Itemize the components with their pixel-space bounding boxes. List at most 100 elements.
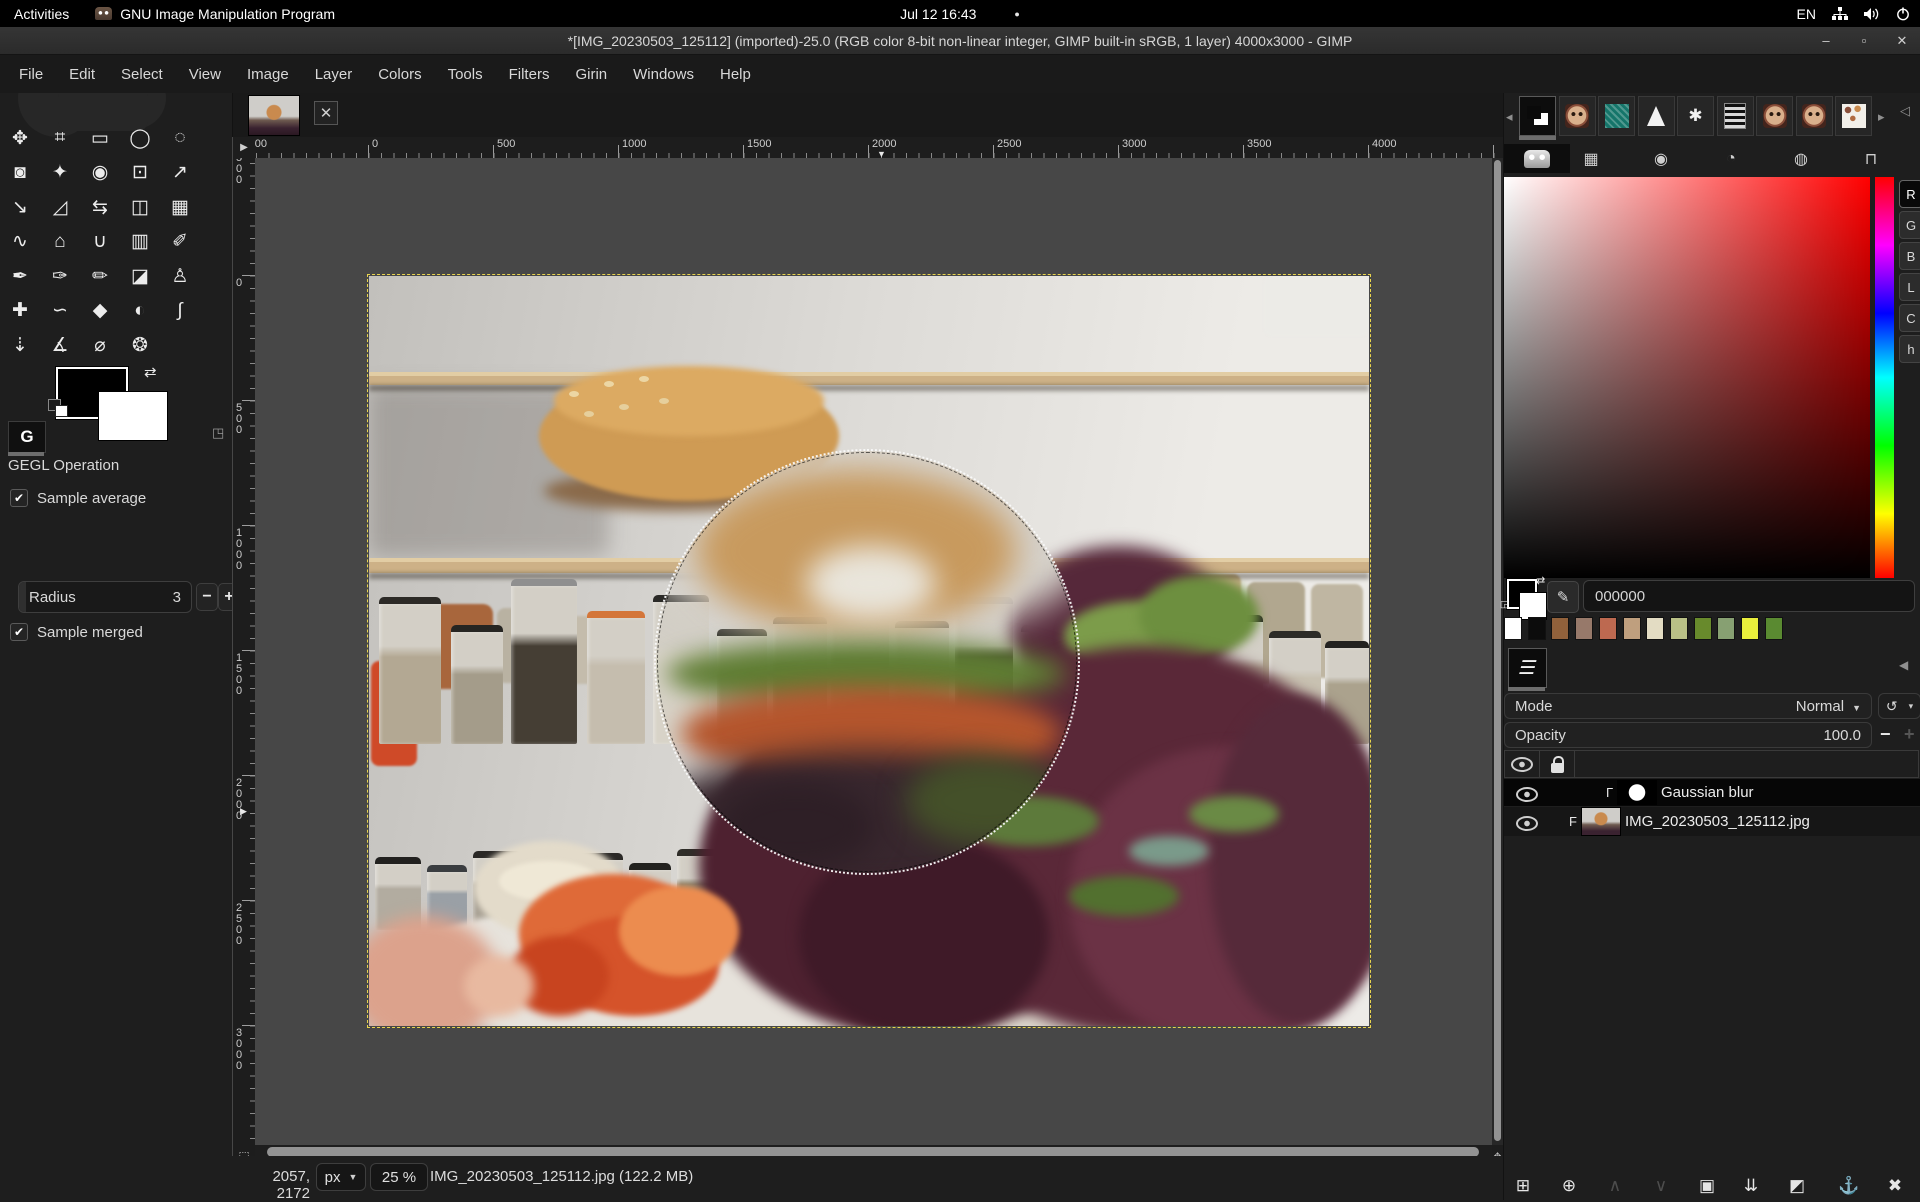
image-tab-thumbnail[interactable]: [248, 95, 300, 136]
palette-swatch[interactable]: [1741, 617, 1759, 640]
hue-strip[interactable]: [1875, 177, 1894, 578]
tool-paths[interactable]: ∫: [160, 294, 200, 329]
tool-perspective[interactable]: ▦: [160, 190, 200, 225]
tab-brush-2[interactable]: [1756, 96, 1793, 136]
palette-swatch[interactable]: [1528, 617, 1546, 640]
activities-button[interactable]: Activities: [14, 6, 69, 22]
layer-row-gaussian-blur[interactable]: ΓGaussian blur: [1504, 779, 1920, 806]
lock-header-cell[interactable]: [1540, 751, 1575, 777]
tool-paint-select[interactable]: ❂: [120, 328, 160, 363]
tool-align[interactable]: ⌗: [40, 121, 80, 156]
tool-select-by-color[interactable]: ◉: [80, 156, 120, 191]
tool-ink[interactable]: ✒: [0, 259, 40, 294]
channel-button-C[interactable]: C: [1899, 304, 1920, 332]
tab-brush-1[interactable]: [1559, 96, 1596, 136]
close-button[interactable]: ✕: [1890, 30, 1914, 52]
menu-item-view[interactable]: View: [176, 62, 234, 87]
tab-brush-3[interactable]: [1796, 96, 1833, 136]
color-tab-scales[interactable]: ⊓: [1850, 144, 1892, 173]
tool-cage-transform[interactable]: ⌂: [40, 225, 80, 260]
tool-ellipse-select[interactable]: ◯: [120, 121, 160, 156]
merge-down-button[interactable]: ⇊: [1734, 1172, 1768, 1200]
palette-swatch[interactable]: [1717, 617, 1735, 640]
tool-measure[interactable]: ∡: [40, 328, 80, 363]
tab-gradient-spike[interactable]: [1638, 96, 1675, 136]
sample-average-checkbox[interactable]: ✔: [10, 489, 28, 507]
tab-scroll-right-icon[interactable]: ▸: [1878, 109, 1885, 125]
palette-swatch[interactable]: [1694, 617, 1712, 640]
background-color-swatch[interactable]: [98, 391, 168, 441]
add-mask-button[interactable]: ◩: [1780, 1172, 1814, 1200]
palette-swatch[interactable]: [1575, 617, 1593, 640]
edit-color-button[interactable]: ✎: [1547, 581, 1579, 613]
menu-item-tools[interactable]: Tools: [435, 62, 496, 87]
layer-row-image[interactable]: FIMG_20230503_125112.jpg: [1504, 807, 1920, 836]
layer-mode-row[interactable]: Mode Normal▼: [1504, 693, 1872, 719]
zoom-dropdown[interactable]: 25 %: [370, 1163, 428, 1191]
channel-button-R[interactable]: R: [1899, 180, 1920, 208]
delete-layer-button[interactable]: ✖: [1878, 1172, 1912, 1200]
radius-increase-button[interactable]: +: [218, 583, 233, 611]
palette-swatch[interactable]: [1551, 617, 1569, 640]
tab-pattern-paper[interactable]: [1835, 96, 1872, 136]
ruler-origin-button[interactable]: ▶: [233, 137, 256, 159]
tab-document[interactable]: [1717, 96, 1754, 136]
channel-button-B[interactable]: B: [1899, 242, 1920, 270]
menu-item-filters[interactable]: Filters: [496, 62, 563, 87]
menu-item-edit[interactable]: Edit: [56, 62, 108, 87]
dock-menu-icon[interactable]: ◁: [1900, 103, 1910, 119]
minimize-button[interactable]: –: [1814, 30, 1838, 52]
tool-rectangle-select[interactable]: ▭: [80, 121, 120, 156]
color-tab-gimp[interactable]: [1504, 144, 1570, 173]
tool-bucket-fill[interactable]: ∪: [80, 225, 120, 260]
radius-decrease-button[interactable]: −: [196, 583, 218, 611]
tool-foreground-select[interactable]: ◙: [0, 156, 40, 191]
raise-layer-button[interactable]: ∧: [1598, 1172, 1632, 1200]
unit-dropdown[interactable]: px▼: [316, 1163, 366, 1191]
anchor-layer-button[interactable]: ⚓: [1832, 1172, 1866, 1200]
window-title-bar[interactable]: *[IMG_20230503_125112] (imported)-25.0 (…: [0, 27, 1920, 55]
clock[interactable]: Jul 12 16:43: [900, 6, 976, 22]
menu-item-image[interactable]: Image: [234, 62, 302, 87]
tab-scroll-left-icon[interactable]: ◂: [1506, 109, 1513, 125]
foreground-background-colors[interactable]: ⇄: [48, 363, 178, 441]
tool-heal[interactable]: ✚: [0, 294, 40, 329]
new-layer-button[interactable]: ⊞: [1506, 1172, 1540, 1200]
color-tab-palette[interactable]: ◍: [1780, 144, 1822, 173]
duplicate-layer-button[interactable]: ▣: [1690, 1172, 1724, 1200]
menu-item-windows[interactable]: Windows: [620, 62, 707, 87]
gegl-operation-tab[interactable]: G: [8, 421, 46, 453]
swap-colors-icon[interactable]: ⇄: [144, 363, 157, 381]
lower-layer-button[interactable]: ∨: [1644, 1172, 1678, 1200]
tool-crop[interactable]: ⊡: [120, 156, 160, 191]
image-viewport[interactable]: [255, 158, 1492, 1145]
layer-thumbnail[interactable]: [1617, 780, 1657, 805]
layers-menu-icon[interactable]: ◀: [1899, 658, 1908, 672]
tool-move[interactable]: ✥: [0, 121, 40, 156]
mini-swap-icon[interactable]: ⇄: [1536, 574, 1545, 587]
channel-button-G[interactable]: G: [1899, 211, 1920, 239]
color-tab-cmyk[interactable]: ▦: [1570, 144, 1612, 173]
image-tab-close-icon[interactable]: ✕: [314, 101, 338, 125]
visibility-header-cell[interactable]: [1505, 751, 1540, 777]
tool-fuzzy-select[interactable]: ✦: [40, 156, 80, 191]
tool-warp-transform[interactable]: ∿: [0, 225, 40, 260]
vertical-scrollbar[interactable]: [1492, 158, 1503, 1145]
volume-icon[interactable]: [1864, 7, 1880, 21]
tool-handle-transform[interactable]: ↗: [160, 156, 200, 191]
mini-fg-bg-colors[interactable]: ⇄ ◲: [1504, 577, 1550, 619]
color-tab-wheel[interactable]: ◔: [1710, 144, 1752, 173]
channel-button-h[interactable]: h: [1899, 335, 1920, 363]
tool-smudge[interactable]: ∽: [40, 294, 80, 329]
network-icon[interactable]: [1832, 7, 1848, 21]
mini-background-swatch[interactable]: [1519, 592, 1547, 620]
color-tab-watercolor[interactable]: ◉: [1640, 144, 1682, 173]
mini-default-icon[interactable]: ◲: [1500, 599, 1509, 610]
menu-item-layer[interactable]: Layer: [302, 62, 366, 87]
tool-clone[interactable]: ♙: [160, 259, 200, 294]
tool-pencil[interactable]: ✏: [80, 259, 120, 294]
tool-paintbrush[interactable]: ✐: [160, 225, 200, 260]
tool-3d-transform[interactable]: ◫: [120, 190, 160, 225]
opacity-decrease-button[interactable]: −: [1880, 724, 1891, 745]
menu-item-colors[interactable]: Colors: [365, 62, 434, 87]
